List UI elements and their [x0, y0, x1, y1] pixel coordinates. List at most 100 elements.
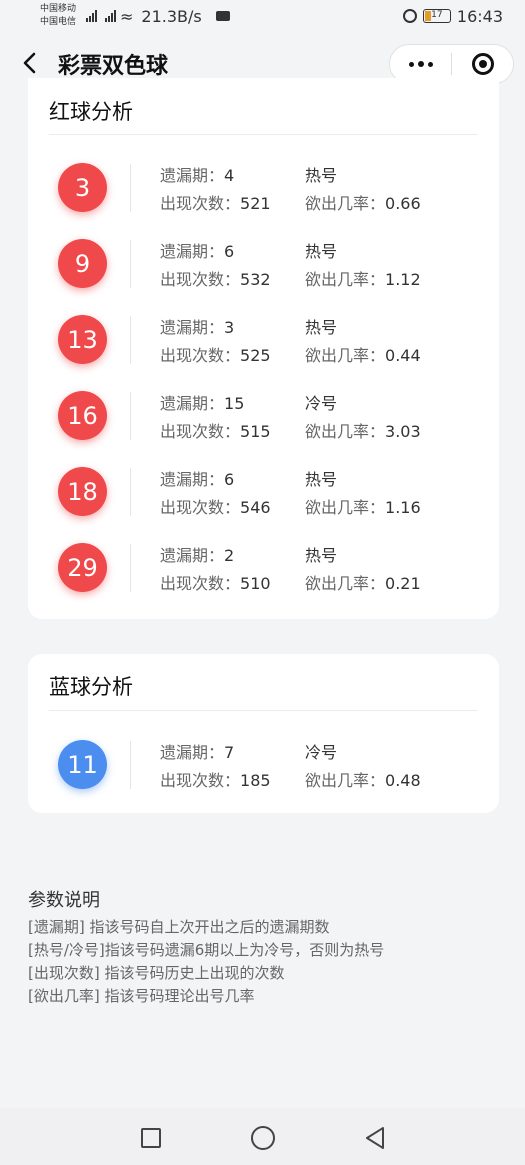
ball-number: 3: [58, 163, 107, 212]
clock: 16:43: [456, 6, 503, 26]
triangle-back-icon: [366, 1127, 384, 1149]
rate-value: 3.03: [385, 422, 421, 441]
count-label: 出现次数：: [160, 574, 241, 593]
count-label: 出现次数：: [160, 346, 241, 365]
count-value: 185: [240, 771, 271, 790]
carrier-2: 中国电信: [40, 17, 77, 27]
status-badge: 热号: [305, 242, 338, 261]
network-speed: 21.3B/s: [141, 6, 202, 26]
miss-value: 6: [224, 470, 235, 489]
count-cell: 出现次数：510: [160, 570, 271, 594]
ball-row: 9 遗漏期：6 热号出现次数：532 欲出几率：1.12: [28, 235, 499, 295]
miss-label: 遗漏期：: [160, 242, 225, 261]
page-title: 彩票双色球: [58, 54, 169, 79]
rate-cell: 欲出几率：1.16: [305, 494, 421, 518]
count-cell: 出现次数：185: [160, 767, 271, 791]
camera-icon: [215, 11, 230, 21]
home-button[interactable]: [251, 1126, 275, 1150]
carrier-1: 中国移动: [40, 4, 77, 14]
square-icon: [141, 1128, 161, 1148]
miss-label: 遗漏期：: [160, 318, 225, 337]
signal-icon: [86, 10, 98, 22]
miss-cell: 遗漏期：4: [160, 162, 234, 186]
parameter-notes: 参数说明 [遗漏期] 指该号码自上次开出之后的遗漏期数 [热号/冷号]指该号码遗…: [28, 886, 498, 1008]
ball-row: 11 遗漏期：7 冷号 出现次数：185 欲出几率：0.48: [28, 736, 499, 796]
target-close-icon: [471, 53, 494, 75]
rate-value: 1.16: [385, 498, 421, 517]
system-nav-bar: [0, 1108, 525, 1165]
rate-value: 1.12: [385, 270, 421, 289]
miss-label: 遗漏期：: [160, 546, 225, 565]
rate-cell: 欲出几率：0.66: [305, 190, 421, 214]
rate-cell: 欲出几率：0.48: [305, 767, 421, 791]
miss-cell: 遗漏期：6: [160, 466, 234, 490]
miss-cell: 遗漏期：15: [160, 390, 244, 414]
count-label: 出现次数：: [160, 194, 241, 213]
note-item: [遗漏期] 指该号码自上次开出之后的遗漏期数: [28, 918, 330, 936]
more-dots-icon: [408, 61, 414, 67]
carrier-labels: 中国移动 中国电信: [40, 3, 76, 29]
miss-value: 2: [224, 546, 235, 565]
ball-number: 29: [58, 543, 107, 592]
chevron-left-icon: [23, 52, 36, 74]
recent-apps-button[interactable]: [139, 1126, 163, 1150]
count-cell: 出现次数：521: [160, 190, 271, 214]
miss-value: 6: [224, 242, 235, 261]
back-button[interactable]: [22, 52, 38, 74]
circle-icon: [251, 1126, 275, 1150]
rate-cell: 欲出几率：3.03: [305, 418, 421, 442]
miss-cell: 遗漏期：6: [160, 238, 234, 262]
status-badge: 冷号: [305, 743, 338, 762]
status-badge: 冷号: [305, 394, 338, 413]
miss-value: 4: [224, 166, 235, 185]
status-bar: 中国移动 中国电信 ≈ 21.3B/s 17 16:43: [0, 0, 525, 32]
signal-icon: [105, 10, 117, 22]
count-value: 521: [240, 194, 271, 213]
status-badge: 热号: [305, 318, 338, 337]
ball-number: 9: [58, 239, 107, 288]
rate-label: 欲出几率：: [305, 194, 386, 213]
blue-ball-title: 蓝球分析: [49, 675, 133, 699]
ball-number: 13: [58, 315, 107, 364]
rate-label: 欲出几率：: [305, 498, 386, 517]
status-badge: 热号: [305, 166, 338, 185]
ball-row: 16 遗漏期：15 冷号出现次数：515 欲出几率：3.03: [28, 387, 499, 447]
rate-cell: 欲出几率：0.21: [305, 570, 421, 594]
note-item: [出现次数] 指该号码历史上出现的次数: [28, 964, 285, 982]
miss-cell: 遗漏期：7: [160, 739, 234, 763]
count-label: 出现次数：: [160, 771, 241, 790]
battery-icon: 17: [422, 9, 451, 23]
count-value: 525: [240, 346, 271, 365]
ball-row: 18 遗漏期：6 热号出现次数：546 欲出几率：1.16: [28, 463, 499, 523]
status-badge: 热号: [305, 546, 338, 565]
status-badge: 热号: [305, 470, 338, 489]
miss-label: 遗漏期：: [160, 394, 225, 413]
count-cell: 出现次数：546: [160, 494, 271, 518]
rate-label: 欲出几率：: [305, 270, 386, 289]
rate-label: 欲出几率：: [305, 346, 386, 365]
miss-value: 15: [224, 394, 245, 413]
ball-row: 13 遗漏期：3 热号 出现次数：525 欲出几率：0.44: [28, 311, 499, 371]
count-cell: 出现次数：515: [160, 418, 271, 442]
count-cell: 出现次数：525: [160, 342, 271, 366]
ball-row: 29 遗漏期：2 热号出现次数：510 欲出几率：0.21: [28, 539, 499, 599]
count-value: 532: [240, 270, 271, 289]
ball-number: 18: [58, 467, 107, 516]
rate-label: 欲出几率：: [305, 422, 386, 441]
count-value: 546: [240, 498, 271, 517]
rate-cell: 欲出几率：1.12: [305, 266, 421, 290]
notes-title: 参数说明: [28, 890, 100, 911]
red-ball-card: 红球分析 3 遗漏期：4 热号 出现次数：521 欲出几率：0.66 9 遗漏期：6 热号 出现…: [28, 78, 499, 619]
ball-number: 16: [58, 391, 107, 440]
rate-value: 0.66: [385, 194, 421, 213]
rate-value: 0.21: [385, 574, 421, 593]
miss-label: 遗漏期：: [160, 470, 225, 489]
count-label: 出现次数：: [160, 270, 241, 289]
back-nav-button[interactable]: [363, 1126, 387, 1150]
count-value: 510: [240, 574, 271, 593]
rate-label: 欲出几率：: [305, 771, 386, 790]
miss-label: 遗漏期：: [160, 743, 225, 762]
count-value: 515: [240, 422, 271, 441]
miss-cell: 遗漏期：2: [160, 542, 234, 566]
battery-level: 17: [431, 10, 443, 20]
